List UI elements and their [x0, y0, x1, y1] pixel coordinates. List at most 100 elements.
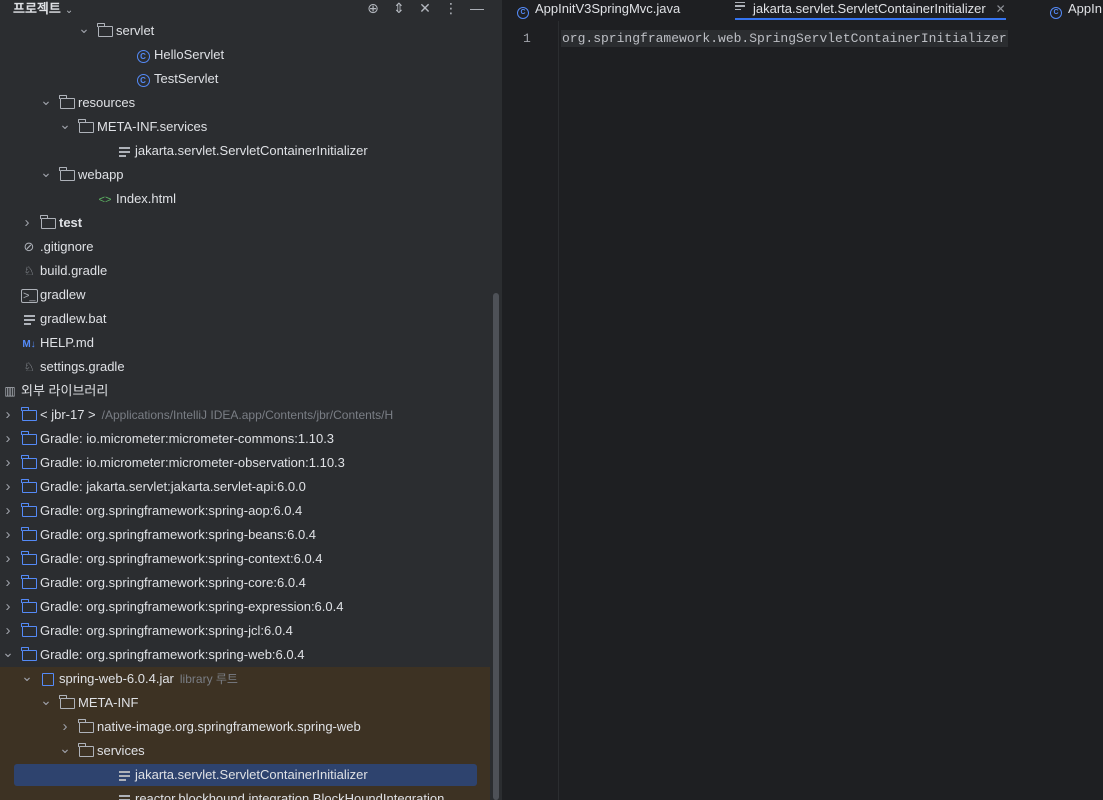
chevron-down-icon[interactable]: ⌄: [40, 160, 52, 184]
tree-item-label: native-image.org.springframework.spring-…: [97, 719, 361, 734]
chevron-down-icon[interactable]: ⌄: [40, 688, 52, 712]
chevron-right-icon[interactable]: ›: [21, 211, 33, 235]
ignore-icon: ⊘: [23, 239, 35, 254]
project-panel-header: 프로젝트 ⌄ ⊕ ⇕ ✕ ⋮ —: [0, 0, 502, 20]
tree-item-label: reactor.blockhound.integration.BlockHoun…: [135, 791, 445, 800]
markdown-icon: M↓: [22, 339, 36, 350]
tab-label: jakarta.servlet.ServletContainerInitiali…: [753, 1, 986, 16]
panel-toolbar: ⊕ ⇕ ✕ ⋮ —: [360, 0, 490, 18]
class-icon: C: [517, 7, 529, 19]
tree-item-label: Gradle: org.springframework:spring-web:6…: [40, 647, 305, 662]
tree-item[interactable]: <> Index.html: [0, 187, 490, 211]
line-gutter: [503, 21, 559, 800]
tree-item-label: META-INF: [78, 695, 139, 710]
chevron-down-icon[interactable]: ⌄: [59, 112, 71, 136]
library-folder-icon: [21, 595, 37, 621]
tree-item[interactable]: C TestServlet: [0, 67, 490, 91]
folder-icon: [78, 739, 94, 765]
tree-item[interactable]: ⌄ META-INF.services: [0, 115, 490, 139]
library-folder-icon: [21, 619, 37, 645]
project-panel: 프로젝트 ⌄ ⊕ ⇕ ✕ ⋮ — ⌄ servlet C HelloServlet C Te…: [0, 0, 502, 800]
tree-item[interactable]: jakarta.servlet.ServletContainerInitiali…: [0, 139, 490, 163]
tree-item[interactable]: gradlew.bat: [0, 307, 490, 331]
tree-item[interactable]: reactor.blockhound.integration.BlockHoun…: [0, 787, 490, 800]
tree-item[interactable]: ⌄spring-web-6.0.4.jarspring-web-6.0.4.ja…: [0, 667, 490, 691]
collapse-all-icon[interactable]: ✕: [412, 0, 438, 18]
tree-item[interactable]: › Gradle: org.springframework:spring-expr…: [0, 595, 490, 619]
tree-item-hint: /Applications/IntelliJ IDEA.app/Contents…: [101, 408, 394, 422]
chevron-right-icon[interactable]: ›: [2, 427, 14, 451]
tree-item[interactable]: ›< jbr-17 >< jbr-17 >/Applications/Intel…: [0, 403, 490, 427]
tree-item[interactable]: ⌄ webapp: [0, 163, 490, 187]
chevron-right-icon[interactable]: ›: [2, 403, 14, 427]
tree-item[interactable]: › Gradle: org.springframework:spring-jcl:…: [0, 619, 490, 643]
chevron-right-icon[interactable]: ›: [2, 571, 14, 595]
chevron-right-icon[interactable]: ›: [2, 595, 14, 619]
chevron-right-icon[interactable]: ›: [2, 523, 14, 547]
hide-panel-icon[interactable]: —: [464, 0, 490, 18]
libraries-icon: ▥: [4, 384, 16, 398]
package-icon: [97, 19, 113, 45]
chevron-down-icon[interactable]: ⌄: [59, 736, 71, 760]
library-folder-icon: [21, 475, 37, 501]
tree-item-label: HELP.md: [40, 335, 94, 350]
tab-servlet-container-initializer[interactable]: jakarta.servlet.ServletContainerInitiali…: [735, 0, 1006, 20]
tab-label: AppIn: [1068, 1, 1102, 16]
chevron-down-icon[interactable]: ⌄: [78, 16, 90, 40]
project-view-selector[interactable]: 프로젝트 ⌄: [13, 0, 73, 19]
tab-appin[interactable]: C AppIn: [1050, 0, 1102, 20]
chevron-right-icon[interactable]: ›: [2, 475, 14, 499]
tree-item-label: settings.gradle: [40, 359, 125, 374]
tree-item-label: Gradle: org.springframework:spring-expre…: [40, 599, 344, 614]
expand-collapse-icon[interactable]: ⇕: [386, 0, 412, 18]
tree-item[interactable]: › Gradle: org.springframework:spring-bean…: [0, 523, 490, 547]
tree-item[interactable]: >_ gradlew: [0, 283, 490, 307]
tree-item-label-wrap: < jbr-17 >/Applications/IntelliJ IDEA.ap…: [40, 403, 393, 427]
tree-item[interactable]: › Gradle: jakarta.servlet:jakarta.servlet…: [0, 475, 490, 499]
chevron-down-icon[interactable]: ⌄: [2, 640, 14, 664]
tab-label: AppInitV3SpringMvc.java: [535, 1, 681, 16]
chevron-down-icon[interactable]: ⌄: [40, 88, 52, 112]
tree-item[interactable]: C HelloServlet: [0, 43, 490, 67]
chevron-right-icon[interactable]: ›: [2, 499, 14, 523]
tree-item[interactable]: ⌄ services: [0, 739, 490, 763]
tree-item[interactable]: › Gradle: io.micrometer:micrometer-common…: [0, 427, 490, 451]
tree-item[interactable]: › Gradle: org.springframework:spring-aop:…: [0, 499, 490, 523]
tree-item[interactable]: ♘ build.gradle: [0, 259, 490, 283]
tree-item[interactable]: ⌄ resources: [0, 91, 490, 115]
tree-item[interactable]: › native-image.org.springframework.spring…: [0, 715, 490, 739]
tree-item[interactable]: › test: [0, 211, 490, 235]
options-menu-icon[interactable]: ⋮: [438, 0, 464, 18]
tree-item[interactable]: jakarta.servlet.ServletContainerInitiali…: [0, 763, 490, 787]
chevron-right-icon[interactable]: ›: [2, 547, 14, 571]
tree-item-label: HelloServlet: [154, 47, 225, 62]
tree-item[interactable]: ⌄▥외부 라이브러리: [0, 379, 490, 403]
chevron-down-icon[interactable]: ⌄: [21, 664, 33, 688]
tree-item[interactable]: › Gradle: io.micrometer:micrometer-observ…: [0, 451, 490, 475]
folder-icon: [78, 715, 94, 741]
close-icon[interactable]: ✕: [996, 2, 1006, 16]
tree-item-label: servlet: [116, 23, 155, 38]
code-line[interactable]: org.springframework.web.SpringServletCon…: [561, 30, 1008, 47]
tree-item[interactable]: ⌄ META-INF: [0, 691, 490, 715]
tree-item[interactable]: ♘ settings.gradle: [0, 355, 490, 379]
class-icon: C: [1050, 7, 1062, 19]
chevron-down-icon[interactable]: ⌄: [65, 5, 73, 16]
tree-item-label: Gradle: jakarta.servlet:jakarta.servlet-…: [40, 479, 306, 494]
gradle-icon: ♘: [23, 264, 35, 278]
chevron-right-icon[interactable]: ›: [2, 451, 14, 475]
tree-scrollbar[interactable]: [493, 293, 499, 800]
project-tree: ⌄ servlet C HelloServlet C TestServlet ⌄ resour…: [0, 19, 490, 800]
tree-item[interactable]: ⊘ .gitignore: [0, 235, 490, 259]
tree-item[interactable]: › Gradle: org.springframework:spring-cont…: [0, 547, 490, 571]
tab-appinit[interactable]: C AppInitV3SpringMvc.java: [517, 0, 680, 20]
tree-item[interactable]: ⌄ Gradle: org.springframework:spring-web:…: [0, 643, 490, 667]
tree-item[interactable]: ⌄ servlet: [0, 19, 490, 43]
tree-item-label: Gradle: org.springframework:spring-conte…: [40, 551, 323, 566]
panel-title: 프로젝트: [13, 1, 61, 16]
tree-item[interactable]: M↓ HELP.md: [0, 331, 490, 355]
tree-item[interactable]: › Gradle: org.springframework:spring-core…: [0, 571, 490, 595]
folder-icon: [59, 691, 75, 717]
locate-icon[interactable]: ⊕: [360, 0, 386, 18]
class-icon: C: [135, 43, 151, 67]
